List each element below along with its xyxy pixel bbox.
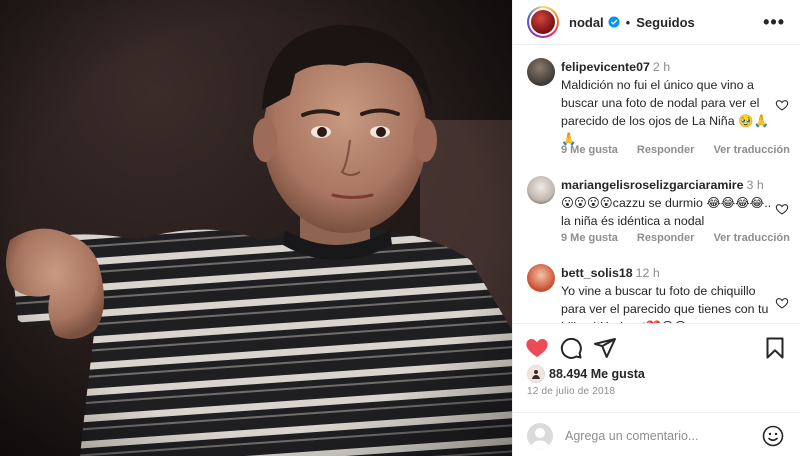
share-icon[interactable] bbox=[593, 336, 617, 360]
comment-text: Maldición no fui el único que vino a bus… bbox=[561, 78, 769, 146]
comment-like-icon[interactable] bbox=[775, 98, 789, 112]
liker-avatar bbox=[527, 365, 545, 383]
post-side-panel: nodal • Seguidos ••• felipevicente07 2 h … bbox=[512, 0, 800, 456]
owner-username[interactable]: nodal bbox=[569, 15, 604, 30]
following-button[interactable]: Seguidos bbox=[636, 15, 695, 30]
heart-icon[interactable] bbox=[525, 336, 549, 360]
comment-likes[interactable]: 9 Me gusta bbox=[561, 232, 618, 244]
more-options-icon[interactable]: ••• bbox=[763, 12, 785, 33]
comment-translate-button[interactable]: Ver traducción bbox=[713, 232, 789, 244]
comment-body: felipevicente07 2 h Maldición no fui el ú… bbox=[561, 58, 773, 148]
comment-time: 3 h bbox=[746, 178, 764, 192]
comment-time: 2 h bbox=[652, 60, 671, 74]
emoji-icon[interactable] bbox=[761, 424, 785, 448]
post-photo[interactable] bbox=[0, 0, 512, 456]
comment-likes[interactable]: 9 Me gusta bbox=[561, 144, 618, 156]
comment-reply-button[interactable]: Responder bbox=[637, 144, 694, 156]
comment-username[interactable]: mariangelisroselizgarciaramire bbox=[561, 178, 744, 192]
likes-summary[interactable]: 88.494 Me gusta bbox=[527, 365, 645, 383]
comment-icon[interactable] bbox=[559, 336, 583, 360]
bookmark-icon[interactable] bbox=[763, 336, 787, 360]
owner-avatar[interactable] bbox=[527, 6, 559, 38]
comment-reply-button[interactable]: Responder bbox=[637, 232, 694, 244]
commenter-avatar[interactable] bbox=[527, 264, 555, 292]
current-user-avatar bbox=[527, 423, 553, 449]
comment-username[interactable]: bett_solis18 bbox=[561, 266, 633, 280]
post-header: nodal • Seguidos ••• bbox=[513, 0, 800, 45]
separator-dot: • bbox=[625, 14, 631, 30]
add-comment-input[interactable] bbox=[565, 426, 755, 446]
comment-translate-button[interactable]: Ver traducción bbox=[713, 144, 789, 156]
add-comment-bar bbox=[513, 412, 800, 456]
verified-badge-icon bbox=[608, 16, 620, 28]
commenter-avatar[interactable] bbox=[527, 176, 555, 204]
comment-meta: 9 Me gusta Responder Ver traducción bbox=[561, 232, 800, 244]
post-actions: 88.494 Me gusta 12 de julio de 2018 bbox=[513, 323, 800, 456]
comment-body: bett_solis18 12 h Yo vine a buscar tu fot… bbox=[561, 264, 773, 323]
comment-text: 😮😮😮😮cazzu se durmio 😂😂😂😂.. la niña és id… bbox=[561, 196, 772, 228]
likes-count[interactable]: 88.494 Me gusta bbox=[549, 367, 645, 381]
comments-list[interactable]: felipevicente07 2 h Maldición no fui el ú… bbox=[513, 46, 800, 323]
comment-time: 12 h bbox=[635, 266, 660, 280]
commenter-avatar[interactable] bbox=[527, 58, 555, 86]
comment-body: mariangelisroselizgarciaramire 3 h 😮😮😮😮ca… bbox=[561, 176, 773, 230]
comment-username[interactable]: felipevicente07 bbox=[561, 60, 650, 74]
comment-meta: 9 Me gusta Responder Ver traducción bbox=[561, 144, 800, 156]
comment-text: Yo vine a buscar tu foto de chiquillo pa… bbox=[561, 284, 769, 323]
boy-photo-illustration bbox=[0, 0, 512, 456]
post-date: 12 de julio de 2018 bbox=[527, 386, 616, 397]
comment-like-icon[interactable] bbox=[775, 296, 789, 310]
comment-like-icon[interactable] bbox=[775, 202, 789, 216]
